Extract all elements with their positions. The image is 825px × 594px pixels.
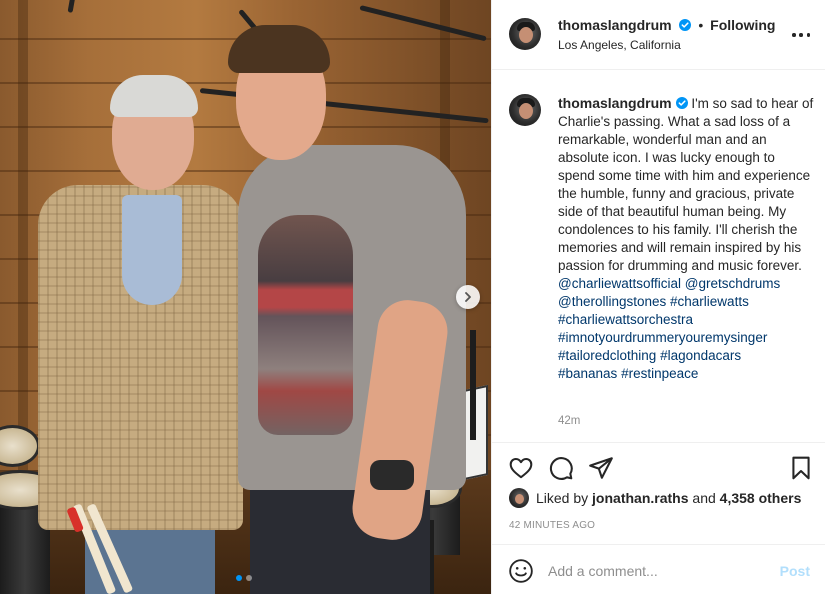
caption-tags: @charliewattsofficial @gretschdrums @the… (558, 276, 780, 381)
hashtag-link[interactable]: #charliewattsorchestra (558, 312, 693, 327)
cymbal-stand (470, 330, 476, 440)
post-photo[interactable] (0, 0, 491, 594)
post-comment-button[interactable]: Post (780, 563, 810, 579)
liker-username[interactable]: jonathan.raths (592, 490, 688, 506)
caption-timestamp[interactable]: 42m (558, 415, 580, 427)
hashtag-link[interactable]: #tailoredclothing (558, 348, 656, 363)
more-options-button[interactable] (792, 26, 810, 44)
wristwatch (370, 460, 414, 490)
post-timestamp[interactable]: 42 MINUTES AGO (509, 520, 595, 531)
hashtag-link[interactable]: #bananas (558, 366, 617, 381)
add-comment-form: Post (492, 544, 825, 594)
hashtag-link[interactable]: #lagondacars (660, 348, 741, 363)
more-dot-icon (799, 33, 803, 37)
chevron-right-icon (465, 292, 471, 302)
post-side-panel: thomaslangdrum • Following Los Angeles, … (491, 0, 825, 594)
person-left-shirt (122, 195, 182, 305)
post-header: thomaslangdrum • Following Los Angeles, … (492, 0, 825, 70)
mention-link[interactable]: @therollingstones (558, 294, 666, 309)
caption-avatar[interactable] (509, 94, 541, 126)
hashtag-link[interactable]: #charliewatts (670, 294, 749, 309)
hashtag-link[interactable]: #restinpeace (621, 366, 698, 381)
comment-input[interactable] (548, 557, 768, 585)
verified-badge-icon (679, 19, 692, 31)
likes-others-link[interactable]: 4,358 others (720, 490, 802, 506)
caption-section: thomaslangdrum I'm so sad to hear of Cha… (492, 71, 825, 441)
carousel-dot-active (236, 575, 242, 581)
author-line: thomaslangdrum • Following (558, 17, 775, 33)
carousel-dot (246, 575, 252, 581)
comment-icon[interactable] (548, 455, 574, 481)
following-button[interactable]: Following (710, 17, 775, 33)
mention-link[interactable]: @charliewattsofficial (558, 276, 681, 291)
likes-joiner: and (692, 490, 716, 506)
verified-badge-icon (675, 97, 688, 109)
mention-link[interactable]: @gretschdrums (685, 276, 780, 291)
drum-head (0, 425, 40, 467)
person-right-hair (228, 25, 330, 73)
caption-body: I'm so sad to hear of Charlie's passing.… (558, 96, 814, 273)
bookmark-icon[interactable] (788, 455, 814, 481)
liked-by-label: Liked by (536, 490, 589, 506)
more-dot-icon (806, 33, 810, 37)
hashtag-link[interactable]: #imnotyourdrummeryouremysinger (558, 330, 767, 345)
post-actions: Liked by jonathan.raths and 4,358 others… (492, 442, 825, 594)
caption-text-block: thomaslangdrum I'm so sad to hear of Cha… (558, 94, 814, 383)
author-username[interactable]: thomaslangdrum (558, 17, 672, 33)
liker-avatar[interactable] (509, 488, 529, 508)
heart-icon[interactable] (508, 455, 534, 481)
mic-boom (67, 0, 76, 13)
caption-username[interactable]: thomaslangdrum (558, 95, 672, 111)
emoji-icon[interactable] (508, 558, 534, 584)
separator-dot: • (698, 17, 704, 33)
carousel-indicator (236, 575, 252, 581)
drum-stand (430, 520, 434, 594)
carousel-next-button[interactable] (456, 285, 480, 309)
tshirt-graphic (258, 215, 353, 435)
share-icon[interactable] (588, 455, 614, 481)
person-left-hair (110, 75, 198, 117)
more-dot-icon (792, 33, 796, 37)
author-avatar[interactable] (509, 18, 541, 50)
mic-boom (359, 5, 487, 42)
post-location[interactable]: Los Angeles, California (558, 38, 681, 52)
likes-text: Liked by jonathan.raths and 4,358 others (536, 490, 801, 506)
